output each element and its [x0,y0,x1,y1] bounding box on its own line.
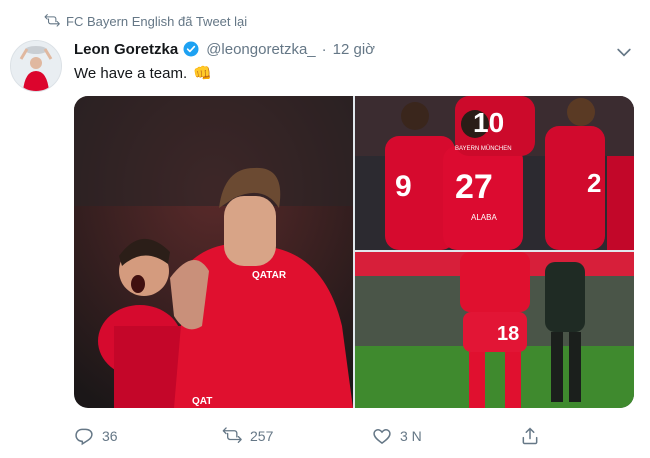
tweet-actions: 36 257 3 N [74,426,594,450]
share-icon [522,427,538,445]
author-name[interactable]: Leon Goretzka [74,41,178,58]
shirt-club-label: BAYERN MÜNCHEN [455,145,512,152]
retweet-count: 257 [250,428,274,444]
separator-dot: · [321,40,327,58]
reply-button[interactable]: 36 [74,426,118,446]
shirt-number-2: 2 [587,168,601,198]
retweet-icon [222,427,242,443]
reply-count: 36 [102,428,118,444]
tweet-timestamp[interactable]: 12 giờ [333,41,375,58]
author-handle[interactable]: @leongoretzka_ [206,41,315,58]
photo-sponsor-text: QATAR [252,270,287,281]
chevron-down-icon[interactable] [614,42,634,62]
fist-emoji-icon: 👊 [193,65,212,82]
retweet-icon [44,14,60,27]
retweet-text: FC Bayern English đã Tweet lại [66,13,248,29]
shirt-name-label: ALABA [471,213,497,222]
shirt-number-10: 10 [473,107,504,138]
media-photo-pitch[interactable]: 18 [355,252,634,408]
verified-icon [183,41,199,57]
shirt-number-9: 9 [395,170,412,203]
retweet-button[interactable]: 257 [222,426,273,446]
like-button[interactable]: 3 N [372,426,422,446]
media-photo-team-hug[interactable]: 10 9 27 2 BAYERN MÜNCHEN ALABA [355,96,634,250]
tweet-body: We have a team. 👊 [74,64,212,83]
media-grid: QATAR QAT 10 9 27 2 BAYERN MÜNCHEN ALABA [74,96,634,408]
avatar[interactable] [10,40,62,92]
photo-bottom-text: QAT [192,396,212,407]
reply-icon [75,428,93,446]
shirt-number-27: 27 [455,168,493,206]
retweet-context[interactable]: FC Bayern English đã Tweet lại [44,13,247,29]
like-count: 3 N [400,428,422,444]
tweet-text: We have a team. [74,64,188,82]
media-photo-celebration[interactable]: QATAR QAT [74,96,353,408]
share-button[interactable] [520,426,540,446]
shirt-number-18: 18 [497,323,519,345]
heart-icon [373,428,391,444]
